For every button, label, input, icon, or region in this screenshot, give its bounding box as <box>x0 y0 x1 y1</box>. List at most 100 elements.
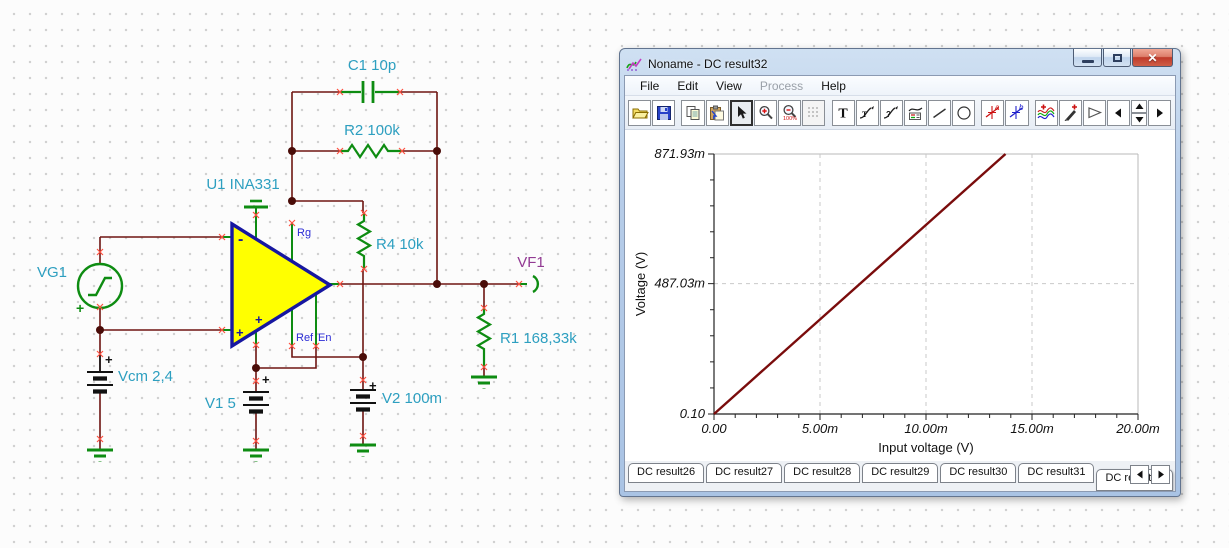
copy-button[interactable] <box>681 99 705 126</box>
curve-label-icon: T <box>859 105 874 119</box>
tab-dc-result30[interactable]: DC result30 <box>940 463 1017 483</box>
pin-label-rg: Rg <box>297 227 311 239</box>
page-right-button[interactable] <box>1147 99 1172 126</box>
opamp-plus-mark: + <box>236 325 244 340</box>
arrow-left-icon <box>1136 470 1142 479</box>
schematic-canvas[interactable]: C1 10p R2 100k U1 INA331 R4 10k VG1 Vcm … <box>0 0 620 548</box>
paste-button[interactable] <box>705 99 729 126</box>
grid-icon <box>807 106 818 117</box>
arrow-right-icon <box>1157 108 1164 117</box>
label-v1[interactable]: V1 5 <box>205 395 236 412</box>
copy-icon <box>686 105 700 120</box>
legend-button[interactable] <box>903 99 927 126</box>
page-spinner[interactable] <box>1131 99 1147 126</box>
vf1-probe[interactable] <box>519 274 540 294</box>
pin-label-en: En <box>318 332 331 344</box>
pointer-tool-button[interactable] <box>729 99 753 126</box>
label-u1[interactable]: U1 INA331 <box>206 176 279 193</box>
tab-dc-result29[interactable]: DC result29 <box>862 463 939 483</box>
ellipse-tool-button[interactable] <box>951 99 976 126</box>
legend-icon <box>908 107 923 120</box>
svg-text:T: T <box>862 110 868 119</box>
x-tick-label: 20.00m <box>1115 421 1160 436</box>
menu-process: Process <box>759 78 804 93</box>
marker-arrow-button[interactable] <box>1082 99 1107 126</box>
result-tab-bar: DC result26 DC result27 DC result28 DC r… <box>625 461 1175 491</box>
label-c1[interactable]: C1 10p <box>348 57 396 74</box>
label-vf1[interactable]: VF1 <box>517 254 545 271</box>
svg-text:T: T <box>838 107 848 121</box>
toolbar: 100% T T ? a b <box>625 96 1175 130</box>
label-r1[interactable]: R1 168,33k <box>500 330 577 347</box>
zoom-in-button[interactable] <box>753 99 778 126</box>
cursor-a-button[interactable]: a <box>981 99 1005 126</box>
probe-button[interactable] <box>1058 99 1082 126</box>
component-v1[interactable] <box>243 391 269 414</box>
arrow-up-icon <box>1135 103 1144 109</box>
component-r2[interactable] <box>340 143 402 159</box>
tab-dc-result28[interactable]: DC result28 <box>784 463 861 483</box>
pointer-arrow-icon <box>738 106 747 119</box>
menu-help[interactable]: Help <box>812 77 855 95</box>
zoom-100-button[interactable]: 100% <box>778 99 802 126</box>
add-curves-button[interactable] <box>1034 99 1058 126</box>
svg-text:b: b <box>1019 104 1024 112</box>
label-r4[interactable]: R4 10k <box>376 236 424 253</box>
line-tool-button[interactable] <box>927 99 951 126</box>
tab-dc-result27[interactable]: DC result27 <box>706 463 783 483</box>
vg1-plus-mark: + <box>76 300 84 316</box>
component-c1[interactable] <box>340 81 400 103</box>
close-button[interactable]: ✕ <box>1132 49 1173 67</box>
label-v2[interactable]: V2 100m <box>382 390 442 407</box>
y-tick-label: 487.03m <box>654 276 705 291</box>
spinner-up-button[interactable] <box>1131 99 1147 113</box>
opamp-plus-mark2: + <box>255 312 263 327</box>
svg-text:100%: 100% <box>783 116 797 121</box>
component-r1[interactable] <box>475 308 493 367</box>
menu-file[interactable]: File <box>631 77 668 95</box>
component-r4[interactable] <box>355 213 373 269</box>
tab-scroll-right-button[interactable] <box>1151 465 1170 484</box>
open-button[interactable] <box>628 99 652 126</box>
cursor-a-icon: a <box>986 104 1000 119</box>
svg-text:a: a <box>995 104 1000 112</box>
curve-query-button[interactable]: ? <box>879 99 903 126</box>
text-tool-button[interactable]: T <box>831 99 855 126</box>
tab-dc-result26[interactable]: DC result26 <box>628 463 705 483</box>
arrow-left-icon <box>1115 108 1122 117</box>
label-vg1[interactable]: VG1 <box>37 264 67 281</box>
node-x-marks <box>96 88 523 445</box>
menu-edit[interactable]: Edit <box>668 77 707 95</box>
component-vg1[interactable] <box>76 262 124 310</box>
tab-scroll-left-button[interactable] <box>1130 465 1149 484</box>
zoom-100-icon: 100% <box>783 104 797 121</box>
ellipse-tool-icon <box>956 105 971 120</box>
curve-label-button[interactable]: T <box>855 99 879 126</box>
spinner-down-button[interactable] <box>1131 112 1147 126</box>
svg-text:?: ? <box>886 110 891 119</box>
maximize-button[interactable] <box>1103 49 1131 67</box>
save-button[interactable] <box>652 99 676 126</box>
line-tool-icon <box>933 108 946 119</box>
page-left-button[interactable] <box>1107 99 1131 126</box>
menu-view[interactable]: View <box>707 77 751 95</box>
maximize-icon <box>1112 53 1122 62</box>
minimize-button[interactable] <box>1073 49 1102 67</box>
result-window: Noname - DC result32 ✕ File Edit View Pr… <box>619 48 1181 497</box>
title-bar[interactable]: Noname - DC result32 ✕ <box>624 49 1176 75</box>
dc-transfer-chart[interactable]: 0.00 5.00m 10.00m 15.00m 20.00m 0.10 487.03m 87… <box>625 130 1176 461</box>
arrow-right-icon <box>1158 470 1164 479</box>
arrow-down-icon <box>1135 116 1144 122</box>
tab-dc-result31[interactable]: DC result31 <box>1018 463 1095 483</box>
cursor-b-button[interactable]: b <box>1005 99 1029 126</box>
menu-bar: File Edit View Process Help <box>625 76 1175 96</box>
curve-query-icon: ? <box>883 105 898 119</box>
text-tool-icon: T <box>838 107 848 121</box>
x-axis-title: Input voltage (V) <box>878 440 973 455</box>
label-r2[interactable]: R2 100k <box>344 122 400 139</box>
y-axis-title: Voltage (V) <box>633 252 648 316</box>
v1-plus-mark: + <box>262 372 270 387</box>
label-vcm[interactable]: Vcm 2,4 <box>118 368 173 385</box>
add-curves-icon <box>1037 104 1055 120</box>
plot-area[interactable]: 0.00 5.00m 10.00m 15.00m 20.00m 0.10 487.03m 87… <box>625 130 1175 461</box>
